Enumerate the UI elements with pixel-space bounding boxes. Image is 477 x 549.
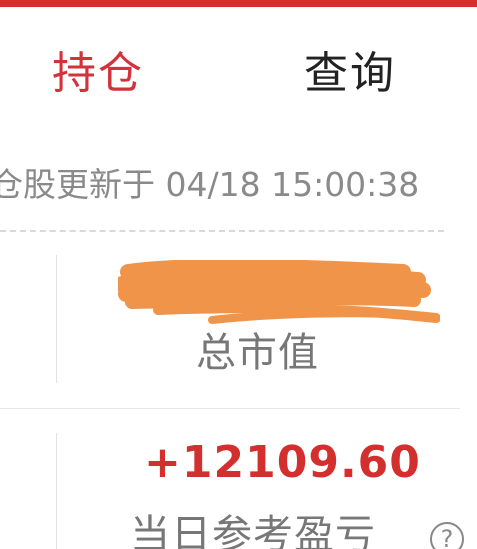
dashed-divider (0, 230, 444, 232)
redacted-value-scribble (118, 260, 440, 324)
help-icon[interactable]: ? (430, 522, 464, 549)
total-market-value-label: 总市值 (196, 330, 319, 376)
top-accent-bar (0, 0, 477, 7)
daily-pnl-label: 当日参考盈亏 (130, 512, 376, 549)
daily-pnl-value: +12109.60 (144, 437, 421, 488)
holdings-screen: 持仓 查询 仓股更新于 04/18 15:00:38 总市值 +12109.60… (0, 0, 477, 549)
horizontal-divider (0, 408, 460, 409)
tab-query[interactable]: 查询 (304, 46, 396, 102)
vertical-divider (56, 255, 57, 383)
update-timestamp: 仓股更新于 04/18 15:00:38 (0, 165, 420, 204)
tab-holdings[interactable]: 持仓 (52, 46, 144, 102)
vertical-divider (56, 433, 57, 549)
